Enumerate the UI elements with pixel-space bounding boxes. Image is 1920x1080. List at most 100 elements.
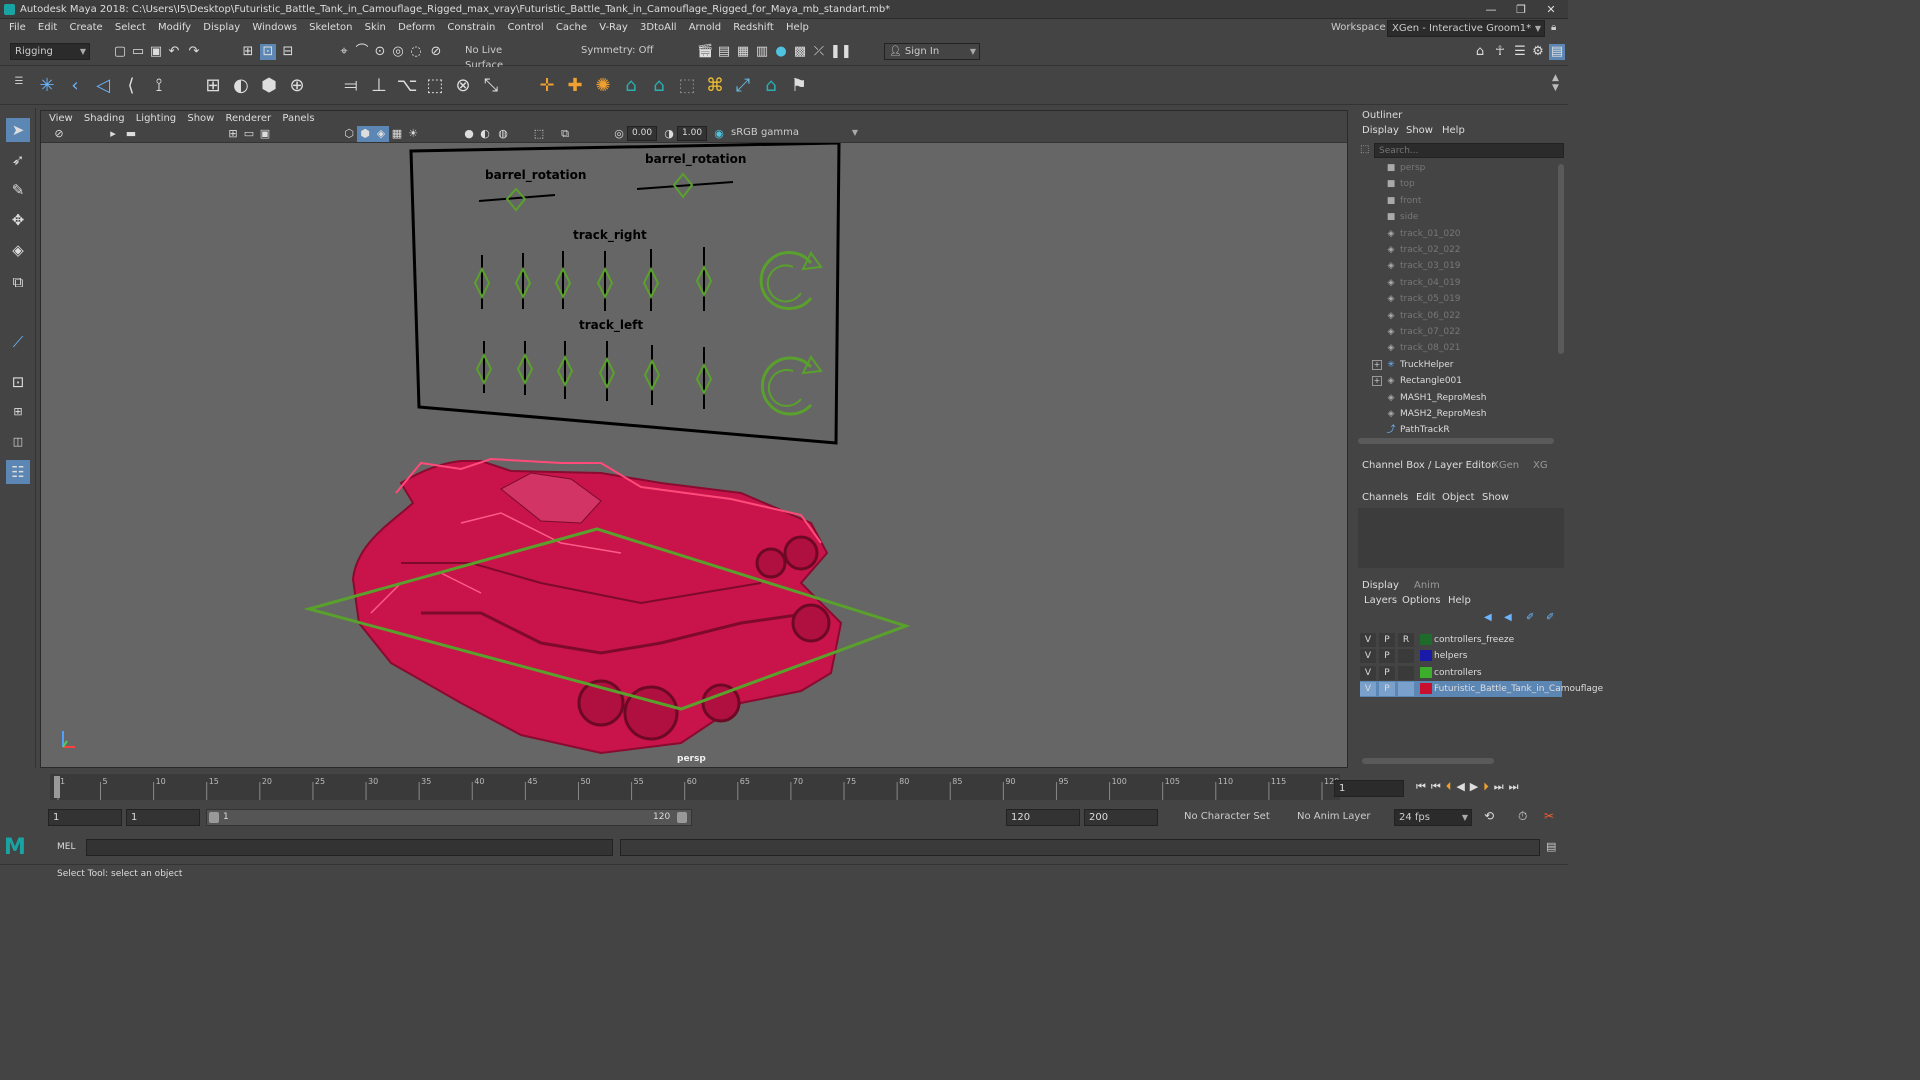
layer-visibility-toggle[interactable]: V bbox=[1360, 665, 1376, 680]
menu-constrain[interactable]: Constrain bbox=[447, 22, 495, 33]
outliner-item[interactable]: ✳ TruckHelper bbox=[1384, 357, 1453, 373]
layer-color-swatch[interactable] bbox=[1420, 666, 1432, 678]
rotate-control-right[interactable] bbox=[759, 251, 823, 310]
layer-color-swatch[interactable] bbox=[1420, 683, 1432, 695]
tab-xgen[interactable]: XGen bbox=[1492, 460, 1519, 471]
scale-constraint-icon[interactable]: ⌂ bbox=[620, 75, 642, 97]
exposure-icon[interactable]: ◎ bbox=[611, 126, 627, 142]
outliner-item[interactable]: ■ top bbox=[1384, 176, 1415, 192]
paint-select-tool-icon[interactable]: ✎ bbox=[6, 178, 30, 202]
loop-icon[interactable]: ⟲ bbox=[1484, 809, 1494, 823]
layer-playback-toggle[interactable]: P bbox=[1379, 682, 1395, 697]
humanik-skeleton-icon[interactable]: ⟟ bbox=[148, 75, 170, 97]
shelf-menu-icon[interactable]: ☰ bbox=[8, 71, 30, 93]
menu-cache[interactable]: Cache bbox=[556, 22, 587, 33]
pole-vector-icon[interactable]: ⬚ bbox=[676, 75, 698, 97]
menu-windows[interactable]: Windows bbox=[252, 22, 297, 33]
outliner-item[interactable]: ◈ MASH2_ReproMesh bbox=[1384, 406, 1487, 422]
outliner-item[interactable]: ⤴ PathTrackR bbox=[1384, 422, 1449, 438]
select-hierarchy-icon[interactable]: ⊞ bbox=[240, 44, 256, 60]
menu-skin[interactable]: Skin bbox=[365, 22, 386, 33]
vp-menu-panels[interactable]: Panels bbox=[282, 113, 314, 124]
snap-point-icon[interactable]: ⊙ bbox=[372, 44, 388, 60]
cluster-icon[interactable]: ◐ bbox=[230, 75, 252, 97]
close-button[interactable]: ✕ bbox=[1536, 0, 1566, 19]
auto-key-icon[interactable]: ⏱ bbox=[1518, 809, 1527, 824]
two-pane-layout-icon[interactable]: ◫ bbox=[6, 430, 30, 454]
outliner-layout-icon[interactable]: ☷ bbox=[6, 460, 30, 484]
step-forward-key-icon[interactable]: ⏭ bbox=[1494, 780, 1509, 793]
point-constraint-icon[interactable]: ✚ bbox=[564, 75, 586, 97]
outliner-item[interactable]: ◈ track_04_019 bbox=[1384, 275, 1461, 291]
sign-in-dropdown[interactable]: 👤︎ Sign In ▼ bbox=[884, 43, 980, 60]
ik-handle-icon[interactable]: ‹ bbox=[64, 75, 86, 97]
layer-row[interactable]: V Phelpers bbox=[1360, 648, 1562, 664]
modeling-toolkit-icon[interactable]: ⌂ bbox=[1472, 44, 1488, 60]
layer-color-swatch[interactable] bbox=[1420, 634, 1432, 645]
shadows-icon[interactable]: ● bbox=[461, 126, 477, 142]
layer-playback-toggle[interactable]: P bbox=[1379, 665, 1395, 680]
outliner-search-input[interactable] bbox=[1374, 143, 1564, 158]
pin-icon[interactable]: ⚑ bbox=[788, 75, 810, 97]
expand-icon[interactable]: + bbox=[1372, 359, 1382, 370]
render-sequence-icon[interactable]: ▤ bbox=[716, 44, 732, 60]
help-menu[interactable]: Help bbox=[1448, 595, 1471, 606]
film-gate-icon[interactable]: ▭ bbox=[241, 126, 257, 142]
paint-weights-icon[interactable]: ⌥ bbox=[396, 75, 418, 97]
prune-weights-icon[interactable]: ⤡ bbox=[480, 75, 502, 97]
tab-anim[interactable]: Anim bbox=[1414, 580, 1440, 591]
new-scene-icon[interactable]: ▢ bbox=[112, 44, 128, 60]
menu-help[interactable]: Help bbox=[786, 22, 809, 33]
xray-icon[interactable]: ⧉ bbox=[557, 126, 573, 142]
wrap-icon[interactable]: ⊕ bbox=[286, 75, 308, 97]
outliner-item[interactable]: ◈ Rectangle001 bbox=[1384, 373, 1462, 389]
lock-icon[interactable]: 🔒︎ bbox=[1551, 19, 1556, 37]
vp-menu-renderer[interactable]: Renderer bbox=[226, 113, 272, 124]
layer-visibility-toggle[interactable]: V bbox=[1360, 682, 1376, 697]
vp-menu-lighting[interactable]: Lighting bbox=[136, 113, 176, 124]
new-layer-icon[interactable]: ✐ bbox=[1526, 612, 1534, 623]
outliner-menu-display[interactable]: Display bbox=[1362, 125, 1399, 136]
rotate-control-left[interactable] bbox=[761, 355, 823, 416]
ipr-render-icon[interactable]: ▦ bbox=[735, 44, 751, 60]
outliner-filter-icon[interactable]: ⬚ bbox=[1360, 144, 1369, 155]
aim-constraint-icon[interactable]: ⌂ bbox=[648, 75, 670, 97]
menuset-dropdown[interactable]: Rigging ▼ bbox=[10, 43, 90, 60]
maximize-button[interactable]: ❐ bbox=[1506, 0, 1536, 19]
playback-start-field[interactable]: 1 bbox=[126, 809, 200, 826]
use-lights-icon[interactable]: ☀ bbox=[405, 126, 421, 142]
symmetry-dropdown[interactable]: Symmetry: Off bbox=[577, 43, 657, 60]
isolate-select-icon[interactable]: ⬚ bbox=[531, 126, 547, 142]
fps-dropdown[interactable]: 24 fps ▼ bbox=[1394, 809, 1472, 826]
step-back-frame-icon[interactable]: ⏴ bbox=[1446, 780, 1457, 793]
copy-weights-icon[interactable]: ⊗ bbox=[452, 75, 474, 97]
lattice-icon[interactable]: ⬢ bbox=[258, 75, 280, 97]
ik-spline-icon[interactable]: ◁ bbox=[92, 75, 114, 97]
new-layer-selected-icon[interactable]: ✐ bbox=[1546, 612, 1554, 623]
wireframe-on-shaded-icon[interactable]: ◈ bbox=[373, 126, 389, 142]
open-scene-icon[interactable]: ▭ bbox=[130, 44, 146, 60]
show-menu[interactable]: Show bbox=[1482, 492, 1509, 503]
layer-reference-toggle[interactable] bbox=[1398, 649, 1414, 664]
outliner-item[interactable]: ◈ track_06_022 bbox=[1384, 308, 1461, 324]
render-view-icon[interactable]: ▩ bbox=[792, 44, 808, 60]
bind-skin-icon[interactable]: ⫤ bbox=[340, 75, 362, 97]
outliner-item[interactable]: ■ persp bbox=[1384, 160, 1426, 176]
wireframe-icon[interactable]: ⬡ bbox=[341, 126, 357, 142]
tool-settings-icon[interactable]: ⚙ bbox=[1530, 44, 1546, 60]
outliner-menu-show[interactable]: Show bbox=[1406, 125, 1433, 136]
snap-surface-icon[interactable]: ◌ bbox=[408, 44, 424, 60]
color-management-icon[interactable]: ◉ bbox=[711, 126, 727, 142]
cluster-deformer-icon[interactable]: ⌂ bbox=[760, 75, 782, 97]
snap-curve-icon[interactable]: ⌒ bbox=[354, 44, 370, 60]
go-to-start-icon[interactable]: ⏮ bbox=[1416, 780, 1431, 793]
layers-menu[interactable]: Layers bbox=[1364, 595, 1397, 606]
set-driven-key-icon[interactable]: ⌘ bbox=[704, 75, 726, 97]
layer-visibility-toggle[interactable]: V bbox=[1360, 633, 1376, 647]
menu-redshift[interactable]: Redshift bbox=[733, 22, 774, 33]
motion-blur-icon[interactable]: ◍ bbox=[495, 126, 511, 142]
human-ik-icon[interactable]: ☥ bbox=[1492, 44, 1508, 60]
layer-reference-toggle[interactable]: R bbox=[1398, 633, 1414, 647]
insert-joint-icon[interactable]: ⟨ bbox=[120, 75, 142, 97]
layer-visibility-toggle[interactable]: V bbox=[1360, 649, 1376, 664]
